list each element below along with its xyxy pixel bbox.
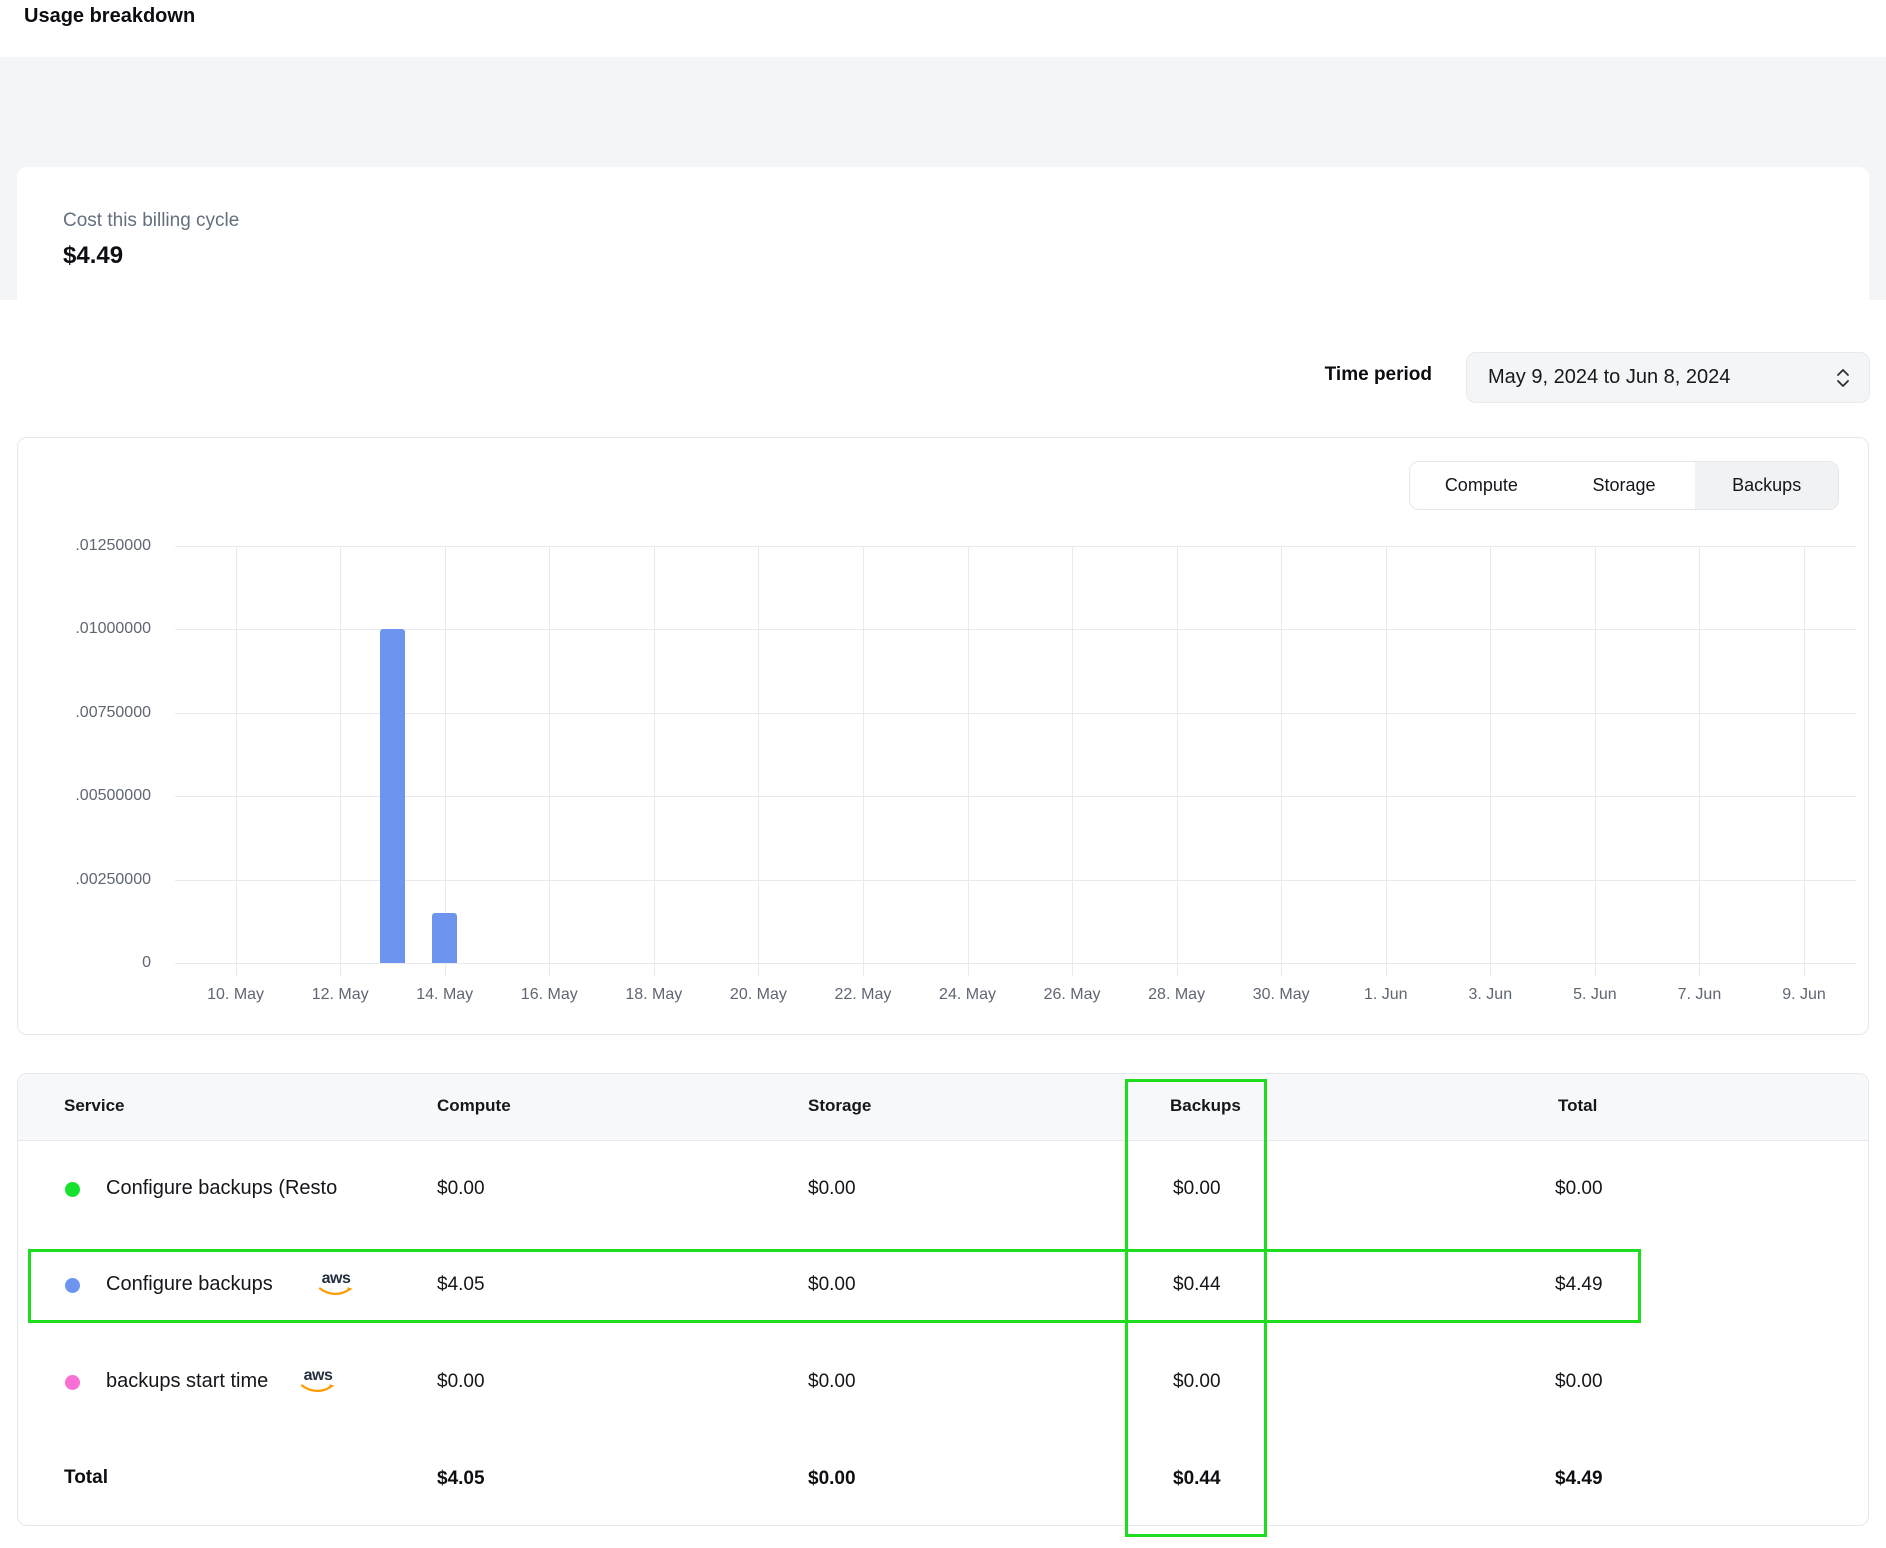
table-row: Configure backups (Resto $0.00 $0.00 $0.… xyxy=(18,1141,1868,1237)
y-gridline xyxy=(175,963,1856,964)
total-value: $0.00 xyxy=(1555,1371,1603,1393)
compute-value: $0.00 xyxy=(437,1371,485,1393)
x-gridline xyxy=(340,546,341,976)
x-gridline xyxy=(1281,546,1282,976)
y-axis-tick-label: .01250000 xyxy=(31,537,151,555)
x-gridline xyxy=(1072,546,1073,976)
series-dot xyxy=(65,1182,80,1197)
col-header-service: Service xyxy=(64,1096,125,1116)
service-name: Configure backups (Resto xyxy=(106,1177,337,1200)
x-axis-tick-label: 5. Jun xyxy=(1550,986,1640,1004)
storage-value: $0.00 xyxy=(808,1274,856,1296)
y-gridline xyxy=(175,629,1856,630)
x-axis-tick-label: 20. May xyxy=(713,986,803,1004)
x-gridline xyxy=(549,546,550,976)
y-axis-tick-label: .00750000 xyxy=(31,704,151,722)
x-gridline xyxy=(863,546,864,976)
total-value: $4.49 xyxy=(1555,1274,1603,1296)
x-gridline xyxy=(1804,546,1805,976)
y-axis-tick-label: .00250000 xyxy=(31,871,151,889)
table-row: Configure backups aws $4.05 $0.00 $0.44 … xyxy=(18,1237,1868,1333)
grand-total: $4.49 xyxy=(1555,1468,1603,1490)
chart-bar xyxy=(432,913,457,963)
compute-value: $4.05 xyxy=(437,1274,485,1296)
y-gridline xyxy=(175,546,1856,547)
y-axis-tick-label: 0 xyxy=(31,954,151,972)
table-row: backups start time aws $0.00 $0.00 $0.00… xyxy=(18,1333,1868,1431)
col-header-backups: Backups xyxy=(1170,1096,1241,1116)
series-dot xyxy=(65,1278,80,1293)
x-gridline xyxy=(758,546,759,976)
time-period-value: May 9, 2024 to Jun 8, 2024 xyxy=(1488,366,1730,389)
x-gridline xyxy=(1595,546,1596,976)
x-gridline xyxy=(1386,546,1387,976)
x-axis-tick-label: 28. May xyxy=(1132,986,1222,1004)
y-gridline xyxy=(175,880,1856,881)
aws-logo-icon: aws xyxy=(318,1271,354,1297)
x-gridline xyxy=(1699,546,1700,976)
storage-value: $0.00 xyxy=(808,1371,856,1393)
backups-value: $0.44 xyxy=(1173,1274,1221,1296)
x-axis-tick-label: 7. Jun xyxy=(1654,986,1744,1004)
x-axis-tick-label: 22. May xyxy=(818,986,908,1004)
backups-value: $0.00 xyxy=(1173,1371,1221,1393)
usage-chart-card: Compute Storage Backups .01250000.010000… xyxy=(17,437,1869,1035)
y-axis-tick-label: .00500000 xyxy=(31,787,151,805)
time-period-select[interactable]: May 9, 2024 to Jun 8, 2024 xyxy=(1466,352,1870,403)
x-gridline xyxy=(654,546,655,976)
x-axis-tick-label: 3. Jun xyxy=(1445,986,1535,1004)
table-header-row: Service Compute Storage Backups Total xyxy=(18,1074,1868,1141)
x-gridline xyxy=(1490,546,1491,976)
y-gridline xyxy=(175,713,1856,714)
series-dot xyxy=(65,1375,80,1390)
x-axis-tick-label: 9. Jun xyxy=(1759,986,1849,1004)
x-axis-tick-label: 18. May xyxy=(609,986,699,1004)
chart-bar xyxy=(380,629,405,963)
table-total-row: Total $4.05 $0.00 $0.44 $4.49 xyxy=(18,1431,1868,1527)
backups-bar-chart: .01250000 .01000000 .00750000 .00500000 .002… xyxy=(18,438,1870,1036)
usage-breakdown-page: Usage breakdown Cost this billing cycle … xyxy=(0,0,1886,1548)
service-name: Configure backups xyxy=(106,1273,273,1296)
col-header-compute: Compute xyxy=(437,1096,511,1116)
backups-value: $0.00 xyxy=(1173,1178,1221,1200)
chevron-up-down-icon xyxy=(1835,367,1851,394)
billing-summary-section: Cost this billing cycle $4.49 xyxy=(0,57,1886,300)
x-axis-tick-label: 24. May xyxy=(923,986,1013,1004)
usage-table-card: Service Compute Storage Backups Total Co… xyxy=(17,1073,1869,1526)
storage-value: $0.00 xyxy=(808,1178,856,1200)
compute-value: $0.00 xyxy=(437,1178,485,1200)
x-gridline xyxy=(1177,546,1178,976)
backups-total: $0.44 xyxy=(1173,1468,1221,1490)
y-gridline xyxy=(175,796,1856,797)
x-axis-tick-label: 30. May xyxy=(1236,986,1326,1004)
time-period-label: Time period xyxy=(1200,364,1432,386)
billing-cycle-amount: $4.49 xyxy=(63,242,123,270)
compute-total: $4.05 xyxy=(437,1468,485,1490)
page-title: Usage breakdown xyxy=(24,5,195,28)
x-axis-tick-label: 14. May xyxy=(400,986,490,1004)
col-header-total: Total xyxy=(1558,1096,1597,1116)
x-gridline xyxy=(236,546,237,976)
billing-cycle-label: Cost this billing cycle xyxy=(63,210,239,232)
y-axis-tick-label: .01000000 xyxy=(31,620,151,638)
x-gridline xyxy=(968,546,969,976)
x-axis-tick-label: 1. Jun xyxy=(1341,986,1431,1004)
x-axis-tick-label: 26. May xyxy=(1027,986,1117,1004)
billing-cost-card: Cost this billing cycle $4.49 xyxy=(17,167,1869,315)
x-axis-tick-label: 10. May xyxy=(191,986,281,1004)
service-name: backups start time xyxy=(106,1370,268,1393)
col-header-storage: Storage xyxy=(808,1096,871,1116)
storage-total: $0.00 xyxy=(808,1468,856,1490)
total-value: $0.00 xyxy=(1555,1178,1603,1200)
x-axis-tick-label: 12. May xyxy=(295,986,385,1004)
aws-logo-icon: aws xyxy=(300,1368,336,1394)
total-row-label: Total xyxy=(64,1467,108,1489)
x-axis-tick-label: 16. May xyxy=(504,986,594,1004)
x-gridline xyxy=(445,546,446,976)
